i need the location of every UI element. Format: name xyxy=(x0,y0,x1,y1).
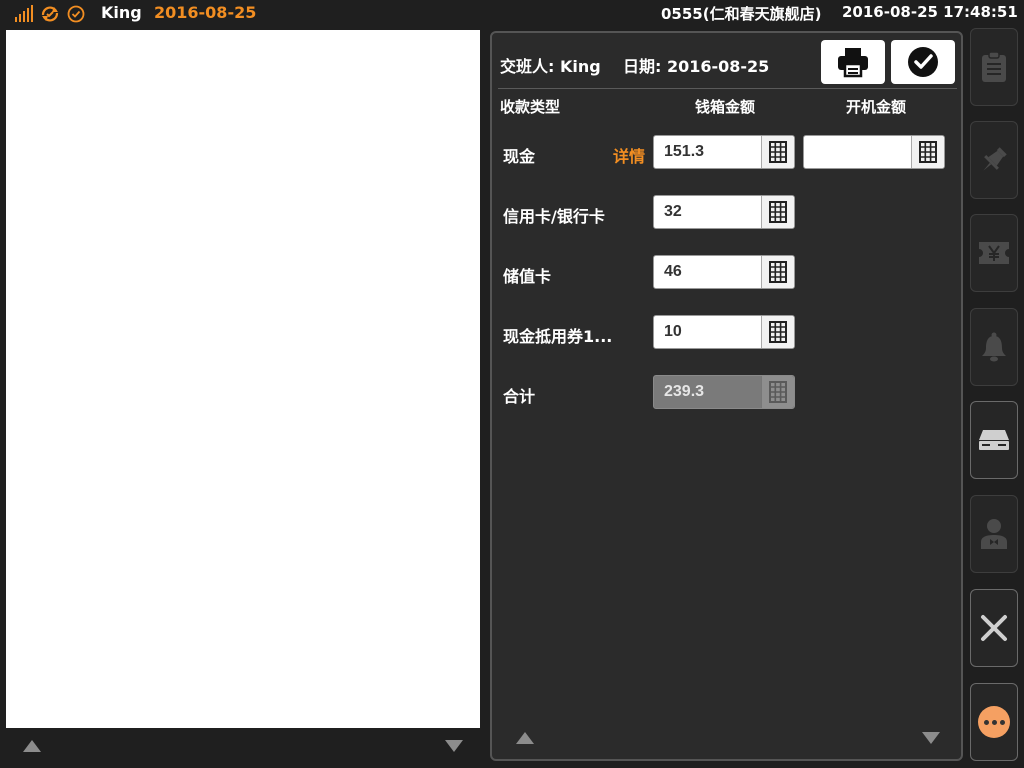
sidebar-more-button[interactable] xyxy=(970,683,1018,761)
bell-icon xyxy=(982,332,1006,362)
business-date: 2016-08-25 xyxy=(154,3,257,22)
handover-panel: 交班人: King 日期: 2016-08-25 收款类型 钱箱金额 开机金额 … xyxy=(490,31,963,761)
printer-icon xyxy=(838,48,868,78)
drawer-icon xyxy=(979,430,1009,450)
row-label-stored-value-card: 储值卡 xyxy=(503,267,552,286)
field-value xyxy=(804,136,911,168)
keypad-button[interactable] xyxy=(911,136,944,168)
sync-icon xyxy=(41,6,59,22)
more-icon xyxy=(978,706,1010,738)
column-payment-type: 收款类型 xyxy=(500,98,561,116)
row-label-cash: 现金 xyxy=(503,147,536,166)
ticket-yen-icon xyxy=(979,242,1009,264)
pin-icon xyxy=(983,147,1007,171)
keypad-button xyxy=(761,376,794,408)
keypad-button[interactable] xyxy=(761,316,794,348)
sidebar-close-button[interactable] xyxy=(970,589,1018,667)
cash-voucher-drawer-amount-field[interactable]: 10 xyxy=(653,315,795,349)
sidebar-coupon-button[interactable] xyxy=(970,214,1018,292)
field-value: 10 xyxy=(664,323,682,340)
keypad-icon xyxy=(769,201,787,223)
column-opening-amount: 开机金额 xyxy=(846,98,907,116)
keypad-icon xyxy=(769,141,787,163)
keypad-icon xyxy=(769,261,787,283)
stored-value-drawer-amount-field[interactable]: 46 xyxy=(653,255,795,289)
check-circle-icon xyxy=(67,5,85,23)
keypad-icon xyxy=(769,381,787,403)
print-button[interactable] xyxy=(821,40,885,84)
scroll-up-icon[interactable] xyxy=(22,739,42,753)
sidebar-orders-button[interactable] xyxy=(970,28,1018,106)
cash-opening-amount-field[interactable] xyxy=(803,135,945,169)
row-label-cash-voucher: 现金抵用券1... xyxy=(503,327,613,346)
keypad-button[interactable] xyxy=(761,196,794,228)
scroll-down-icon[interactable] xyxy=(444,739,464,753)
close-icon xyxy=(981,615,1007,641)
keypad-button[interactable] xyxy=(761,256,794,288)
sidebar-cash-drawer-button[interactable] xyxy=(970,401,1018,479)
row-label-credit-card: 信用卡/银行卡 xyxy=(503,207,605,226)
handover-person: 交班人: King xyxy=(500,57,601,76)
sidebar-cashier-button[interactable] xyxy=(970,495,1018,573)
keypad-button[interactable] xyxy=(761,136,794,168)
field-value: 46 xyxy=(664,263,682,280)
keypad-icon xyxy=(919,141,937,163)
column-drawer-amount: 钱箱金额 xyxy=(695,98,756,116)
cash-detail-link[interactable]: 详情 xyxy=(613,143,645,167)
clock: 2016-08-25 17:48:51 xyxy=(842,3,1018,21)
credit-card-drawer-amount-field[interactable]: 32 xyxy=(653,195,795,229)
signal-icon xyxy=(15,5,33,22)
current-user: King xyxy=(101,3,142,22)
row-label-total: 合计 xyxy=(503,387,536,406)
field-value: 32 xyxy=(664,203,682,220)
sidebar-notifications-button[interactable] xyxy=(970,308,1018,386)
clipboard-icon xyxy=(982,51,1006,82)
top-bar: King 2016-08-25 0555(仁和春天旗舰店) 2016-08-25… xyxy=(0,0,1024,28)
cashier-icon xyxy=(981,519,1007,549)
header-divider xyxy=(498,88,957,89)
handover-date: 日期: 2016-08-25 xyxy=(623,57,770,76)
keypad-icon xyxy=(769,321,787,343)
scroll-up-icon[interactable] xyxy=(515,731,535,745)
sidebar-pin-button[interactable] xyxy=(970,121,1018,199)
store-name: 0555(仁和春天旗舰店) xyxy=(661,5,822,23)
receipt-preview-panel xyxy=(6,30,480,728)
checkmark-icon xyxy=(908,47,938,77)
field-value: 239.3 xyxy=(664,383,705,400)
cash-drawer-amount-field[interactable]: 151.3 xyxy=(653,135,795,169)
scroll-down-icon[interactable] xyxy=(921,731,941,745)
field-value: 151.3 xyxy=(664,143,705,160)
confirm-button[interactable] xyxy=(891,40,955,84)
total-amount-field: 239.3 xyxy=(653,375,795,409)
